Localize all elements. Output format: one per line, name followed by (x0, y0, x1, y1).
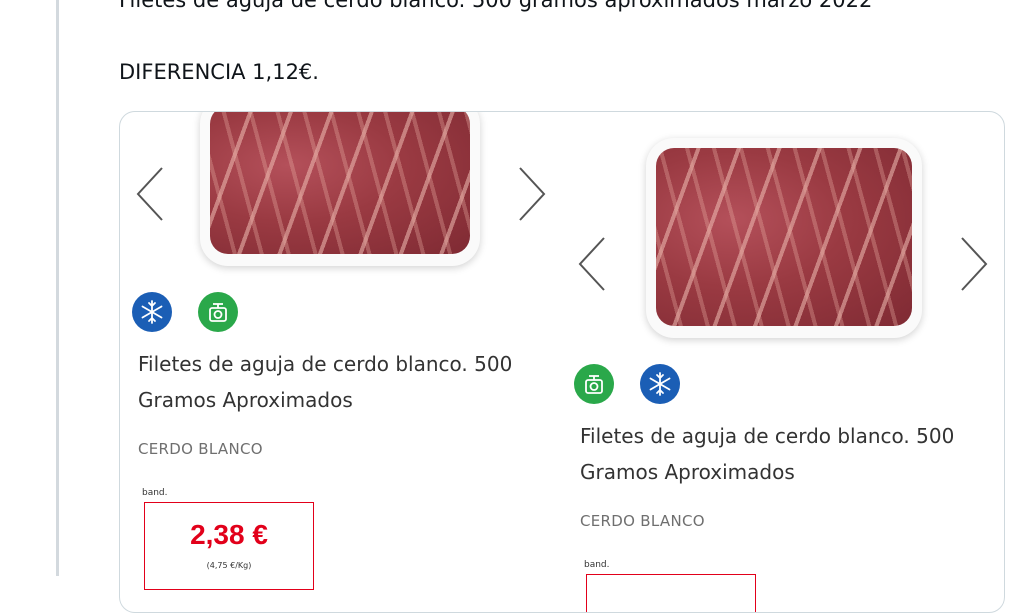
product-brand: CERDO BLANCO (138, 440, 263, 458)
snowflake-icon (132, 292, 172, 332)
carousel-next-arrow-icon[interactable] (954, 234, 994, 294)
product-title-line2: Gramos Aproximados (580, 460, 795, 484)
band-label: band. (584, 560, 610, 570)
product-brand: CERDO BLANCO (580, 512, 705, 530)
product-title-line2: Gramos Aproximados (138, 388, 353, 412)
product-card-left: Filetes de aguja de cerdo blanco. 500 Gr… (120, 112, 560, 592)
scale-icon (574, 364, 614, 404)
tweet-text-difference: DIFERENCIA 1,12€. (119, 60, 319, 84)
carousel-prev-arrow-icon[interactable] (132, 164, 172, 224)
carousel-prev-arrow-icon[interactable] (574, 234, 614, 294)
price-box: 2,38 € (4,75 €/Kg) (144, 502, 314, 590)
product-title-line1: Filetes de aguja de cerdo blanco. 500 (580, 424, 955, 448)
unit-price: (4,75 €/Kg) (206, 561, 252, 570)
price-box (586, 574, 756, 612)
scale-icon (198, 292, 238, 332)
product-title[interactable]: Filetes de aguja de cerdo blanco. 500 Gr… (580, 418, 1000, 490)
band-label: band. (142, 488, 168, 498)
media-card[interactable]: Filetes de aguja de cerdo blanco. 500 Gr… (119, 111, 1005, 613)
carousel-next-arrow-icon[interactable] (512, 164, 552, 224)
product-card-right: Filetes de aguja de cerdo blanco. 500 Gr… (560, 112, 1004, 612)
thread-line (56, 0, 59, 576)
tweet-text-line: Filetes de aguja de cerdo blanco. 500 gr… (119, 0, 873, 12)
product-title-line1: Filetes de aguja de cerdo blanco. 500 (138, 352, 513, 376)
product-title[interactable]: Filetes de aguja de cerdo blanco. 500 Gr… (138, 346, 558, 418)
snowflake-icon (640, 364, 680, 404)
product-image (200, 112, 480, 266)
product-image (646, 138, 922, 338)
product-price: 2,38 € (190, 519, 268, 550)
